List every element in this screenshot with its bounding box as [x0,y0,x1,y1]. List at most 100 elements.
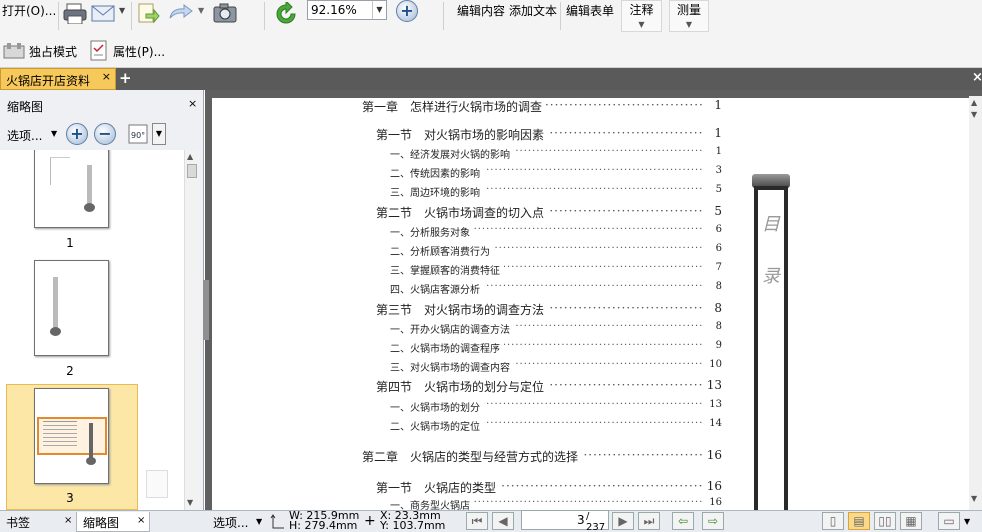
status-options-dropdown-icon[interactable]: ▼ [256,517,262,526]
document-scrollbar[interactable]: ▲ ▼ ▼ [969,96,982,510]
thumbnails-tab[interactable]: 缩略图 × [76,512,150,532]
toc-entry[interactable]: ········································… [362,418,722,433]
toc-entry[interactable]: ········································… [362,184,722,199]
toc-entry[interactable]: ········································… [362,126,722,143]
rotate-refresh-icon[interactable] [274,2,298,24]
toc-entry-label: 第二节 火锅市场调查的切入点 [376,204,549,221]
panel-splitter[interactable] [203,280,209,340]
toc-entry[interactable]: ········································… [362,321,722,336]
panel-options-button[interactable]: 选项... [7,127,42,144]
toc-entry-label: 二、火锅市场的定位 [390,418,484,433]
toc-entry[interactable]: ········································… [362,146,722,161]
zoom-in-icon[interactable]: + [396,0,418,22]
document-tab[interactable]: 火锅店开店资料 × [0,68,116,90]
toc-entry-label: 一、经济发展对火锅的影响 [390,146,514,161]
thumbnail-scrollbar[interactable]: ▲ ▼ [184,150,200,510]
open-button[interactable]: 打开(O)... [2,2,56,19]
add-text-button[interactable]: 添加文本 [509,2,557,19]
zoom-value: 92.16% [311,3,357,17]
properties-button[interactable]: 属性(P)... [113,43,165,60]
toc-entry[interactable]: ········································… [362,98,722,115]
toc-entry-label: 一、开办火锅店的调查方法 [390,321,514,336]
thumbnail-reduce-icon[interactable]: − [94,123,116,145]
redo-icon[interactable] [166,2,194,24]
toc-entry-label: 三、对火锅市场的调查内容 [390,359,514,374]
bookmarks-tab-label: 书签 [6,516,31,530]
thumbnail-page-1[interactable] [34,150,109,228]
email-icon[interactable] [90,2,116,24]
print-icon[interactable] [62,2,88,24]
previous-page-icon[interactable]: ◀ [492,512,514,530]
email-dropdown-icon[interactable]: ▼ [119,6,125,15]
new-tab-button[interactable]: + [119,71,133,86]
bookmarks-tab-close-icon[interactable]: × [64,515,72,526]
current-page: 3 [577,513,585,527]
toc-entry-page: 16 [702,479,722,493]
toc-entry-label: 第一节 对火锅市场的影响因素 [376,126,549,143]
thumbnail-enlarge-icon[interactable]: + [66,123,88,145]
thumbnail-scroll-thumb[interactable] [187,164,197,178]
measure-menu[interactable]: 测量 ▼ [669,0,709,32]
panel-close-icon[interactable]: × [188,97,197,110]
annotate-menu[interactable]: 注释 ▼ [621,0,662,32]
zoom-select[interactable]: 92.16% ▼ [307,0,387,20]
redo-dropdown-icon[interactable]: ▼ [198,6,204,15]
document-tab-close-icon[interactable]: × [102,70,111,83]
exclusive-mode-button[interactable]: 独占模式 [29,43,77,60]
facing-view-icon[interactable]: ▯▯ [874,512,896,530]
toc-entry[interactable]: ········································… [362,448,722,465]
thumbnail-label-3: 3 [66,491,74,505]
toc-entry-label: 二、传统因素的影响 [390,165,484,180]
toc-entry-page: 6 [702,224,722,235]
edit-content-button[interactable]: 编辑内容 [457,2,505,19]
toc-entry[interactable]: ········································… [362,378,722,395]
continuous-facing-view-icon[interactable]: ▦ [900,512,922,530]
toc-entry-label: 三、周边环境的影响 [390,184,484,199]
thumbnail-page-3[interactable] [34,388,109,484]
toc-entry-page: 9 [702,340,722,351]
svg-text:90°: 90° [131,131,145,140]
toc-entry[interactable]: ········································… [362,243,722,258]
next-view-icon[interactable]: ⇨ [702,512,724,530]
view-mode-dropdown-icon[interactable]: ▼ [964,517,970,526]
toc-entry-page: 7 [702,262,722,273]
exclusive-mode-icon [3,43,25,59]
toc-entry-label: 三、掌握顾客的消费特征 [390,262,504,277]
toc-entry[interactable]: ········································… [362,340,722,355]
properties-icon [90,40,107,61]
toc-entry-page: 8 [702,281,722,292]
previous-view-icon[interactable]: ⇦ [672,512,694,530]
toc-entry[interactable]: ········································… [362,399,722,414]
toc-entry[interactable]: ········································… [362,165,722,180]
panel-options-dropdown-icon[interactable]: ▼ [51,129,57,138]
thumbnails-tab-close-icon[interactable]: × [137,515,145,526]
toc-entry[interactable]: ········································… [362,224,722,239]
secondary-toolbar: 独占模式 属性(P)... [0,36,982,68]
toc-entry[interactable]: ········································… [362,262,722,277]
first-page-icon[interactable]: ⏮ [466,512,488,530]
zoom-dropdown-icon[interactable]: ▼ [372,1,386,19]
edit-form-button[interactable]: 编辑表单 [566,2,614,19]
last-page-icon[interactable]: ⏭ [638,512,660,530]
toc-entry[interactable]: ········································… [362,359,722,374]
toc-entry[interactable]: ········································… [362,204,722,221]
toc-entry[interactable]: ········································… [362,479,722,496]
toc-entry[interactable]: ········································… [362,301,722,318]
single-page-view-icon[interactable]: ▯ [822,512,844,530]
continuous-view-icon[interactable]: ▤ [848,512,870,530]
export-icon[interactable] [136,2,160,24]
thumbnail-page-2[interactable] [34,260,109,356]
toc-entry[interactable]: ········································… [362,281,722,296]
status-options-button[interactable]: 选项... [213,514,248,531]
rotate-90-icon[interactable]: 90° [126,122,150,146]
toc-entry-label: 二、火锅市场的调查程序 [390,340,504,355]
rotate-dropdown-icon[interactable]: ▼ [152,123,166,145]
page-number-field[interactable]: 3 / 237 [521,510,609,532]
page-size-icon [270,514,284,529]
next-page-icon[interactable]: ▶ [612,512,634,530]
measure-dropdown-icon: ▼ [685,20,693,29]
close-all-icon[interactable]: × [972,70,982,85]
snapshot-camera-icon[interactable] [212,2,238,24]
bookmarks-tab[interactable]: 书签 × [0,512,76,532]
fit-window-icon[interactable]: ▭ [938,512,960,530]
